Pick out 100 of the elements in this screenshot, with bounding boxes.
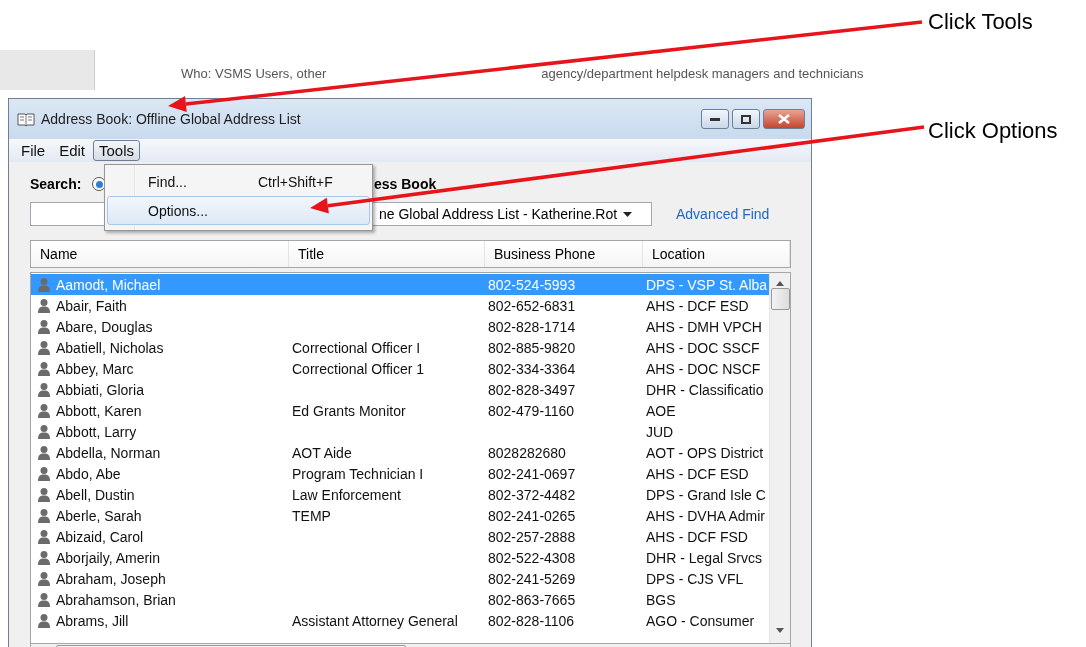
- advanced-find-link[interactable]: Advanced Find: [676, 206, 770, 222]
- phone-cell-text: 802-828-1106: [487, 611, 576, 631]
- contact-row[interactable]: Abatiell, Nicholas Correctional Officer I 802-885-9820 AHS - DOC SSCF: [31, 337, 769, 358]
- person-icon: [37, 612, 51, 629]
- name-cell: Aberle, Sarah: [31, 505, 289, 526]
- close-button[interactable]: [763, 109, 805, 129]
- annotation-label: Click Options: [928, 118, 1058, 144]
- book-icon: [17, 112, 35, 126]
- phone-cell-text: 802-241-5269: [487, 569, 577, 589]
- name-cell: Abraham, Joseph: [31, 568, 289, 589]
- title-cell-text: Ed Grants Monitor: [291, 401, 407, 421]
- menu-item[interactable]: Tools: [93, 140, 141, 161]
- person-icon: [37, 528, 51, 545]
- annotation-label: Click Tools: [928, 9, 1033, 35]
- title-cell-text: Law Enforcement: [291, 485, 402, 505]
- person-icon: [37, 423, 51, 440]
- person-icon: [37, 549, 51, 566]
- column-header[interactable]: Location: [643, 241, 790, 267]
- contact-row[interactable]: Abdo, Abe Program Technician I 802-241-0697 AHS - DCF ESD: [31, 463, 769, 484]
- maximize-button[interactable]: [732, 109, 760, 129]
- title-cell-text: Assistant Attorney General: [291, 611, 459, 631]
- phone-cell-text: 802-257-2888: [487, 527, 577, 547]
- name-cell: Abbott, Larry: [31, 421, 289, 442]
- title-cell-text: AOT Aide: [291, 443, 353, 463]
- location-cell-text: AHS - DCF ESD: [645, 296, 750, 316]
- location-cell-text: AHS - DOC SSCF: [645, 338, 761, 358]
- name-cell: Abizaid, Carol: [31, 526, 289, 547]
- contact-row[interactable]: Abraham, Joseph 802-241-5269 DPS - CJS VFL: [31, 568, 769, 589]
- close-icon: [778, 114, 790, 124]
- contact-row[interactable]: Abrahamson, Brian 802-863-7665 BGS: [31, 589, 769, 610]
- menu-option[interactable]: Options...: [107, 196, 370, 225]
- name-cell: Aamodt, Michael: [31, 274, 289, 295]
- contact-row[interactable]: Abell, Dustin Law Enforcement 802-372-4482 DPS - Grand Isle C: [31, 484, 769, 505]
- person-icon: [37, 297, 51, 314]
- location-cell-text: AOE: [645, 401, 677, 421]
- contact-row[interactable]: Aberle, Sarah TEMP 802-241-0265 AHS - DVHA Admir: [31, 505, 769, 526]
- scroll-thumb[interactable]: [770, 288, 790, 310]
- location-cell-text: AHS - DMH VPCH: [645, 317, 763, 337]
- location-cell-text: BGS: [645, 590, 677, 610]
- column-header[interactable]: Name: [31, 241, 289, 267]
- person-icon: [37, 570, 51, 587]
- location-cell-text: DHR - Legal Srvcs: [645, 548, 763, 568]
- window-title: Address Book: Offline Global Address List: [41, 111, 301, 127]
- scroll-up-icon: [776, 281, 784, 286]
- person-icon: [37, 339, 51, 356]
- contact-row[interactable]: Abizaid, Carol 802-257-2888 AHS - DCF FSD: [31, 526, 769, 547]
- location-cell-text: DPS - CJS VFL: [645, 569, 745, 589]
- menu-item[interactable]: Edit: [53, 140, 92, 161]
- maximize-icon: [741, 114, 751, 124]
- phone-cell-text: 802-828-1714: [487, 317, 577, 337]
- phone-cell-text: 802-372-4482: [487, 485, 577, 505]
- phone-cell-text: 802-652-6831: [487, 296, 577, 316]
- location-cell-text: JUD: [645, 422, 675, 442]
- person-icon: [37, 591, 51, 608]
- contact-row[interactable]: Abare, Douglas 802-828-1714 AHS - DMH VPCH: [31, 316, 769, 337]
- person-icon: [37, 507, 51, 524]
- name-cell: Abell, Dustin: [31, 484, 289, 505]
- location-cell-text: AOT - OPS District: [645, 443, 765, 463]
- name-cell: Abbott, Karen: [31, 400, 289, 421]
- scroll-down-icon: [776, 628, 784, 633]
- vertical-scrollbar[interactable]: [769, 273, 790, 643]
- location-cell-text: AHS - DVHA Admir: [645, 506, 767, 526]
- name-cell: Aborjaily, Amerin: [31, 547, 289, 568]
- contact-row[interactable]: Abbiati, Gloria 802-828-3497 DHR - Classificatio: [31, 379, 769, 400]
- person-icon: [37, 276, 51, 293]
- phone-cell-text: 802-334-3364: [487, 359, 577, 379]
- phone-cell-text: 802-863-7665: [487, 590, 577, 610]
- person-icon: [37, 381, 51, 398]
- contact-row[interactable]: Aborjaily, Amerin 802-522-4308 DHR - Legal Srvcs: [31, 547, 769, 568]
- location-cell-text: AHS - DOC NSCF: [645, 359, 762, 379]
- contact-row[interactable]: Abbott, Karen Ed Grants Monitor 802-479-1160 AOE: [31, 400, 769, 421]
- name-cell: Abrams, Jill: [31, 610, 289, 631]
- column-header[interactable]: Title: [289, 241, 485, 267]
- contact-row[interactable]: Abrams, Jill Assistant Attorney General 802-828-1106 AGO - Consumer: [31, 610, 769, 631]
- name-cell: Abatiell, Nicholas: [31, 337, 289, 358]
- contact-row[interactable]: Abdella, Norman AOT Aide 8028282680 AOT - OPS District: [31, 442, 769, 463]
- contact-row[interactable]: Abair, Faith 802-652-6831 AHS - DCF ESD: [31, 295, 769, 316]
- name-cell: Abdella, Norman: [31, 442, 289, 463]
- search-label: Search:: [30, 176, 83, 192]
- person-icon: [37, 360, 51, 377]
- person-icon: [37, 486, 51, 503]
- person-icon: [37, 444, 51, 461]
- location-cell-text: DPS - VSP St. Alba: [645, 275, 769, 295]
- minimize-button[interactable]: [701, 109, 729, 129]
- menu-option[interactable]: Find... Ctrl+Shift+F: [107, 167, 370, 196]
- person-icon: [37, 318, 51, 335]
- name-cell: Abair, Faith: [31, 295, 289, 316]
- location-cell-text: DHR - Classificatio: [645, 380, 765, 400]
- phone-cell-text: 802-241-0697: [487, 464, 577, 484]
- column-header[interactable]: Business Phone: [485, 241, 643, 267]
- phone-cell-text: 802-828-3497: [487, 380, 577, 400]
- menu-item[interactable]: File: [15, 140, 52, 161]
- phone-cell-text: 802-241-0265: [487, 506, 577, 526]
- location-cell-text: AHS - DCF FSD: [645, 527, 749, 547]
- location-cell-text: AGO - Consumer: [645, 611, 756, 631]
- name-cell: Abbiati, Gloria: [31, 379, 289, 400]
- location-cell-text: DPS - Grand Isle C: [645, 485, 767, 505]
- contact-row[interactable]: Abbott, Larry JUD: [31, 421, 769, 442]
- location-cell-text: AHS - DCF ESD: [645, 464, 750, 484]
- contact-row[interactable]: Abbey, Marc Correctional Officer 1 802-334-3364 AHS - DOC NSCF: [31, 358, 769, 379]
